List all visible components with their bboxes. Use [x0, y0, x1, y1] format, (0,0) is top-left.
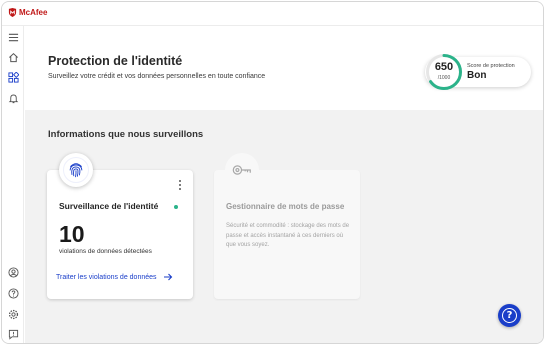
app-name: McAfee: [19, 8, 48, 17]
page-header: Protection de l'identité Surveillez votr…: [25, 26, 543, 110]
title-bar: McAfee: [2, 2, 543, 26]
home-icon[interactable]: [7, 51, 19, 63]
help-circle-icon[interactable]: [7, 287, 19, 299]
mcafee-logo: McAfee: [8, 8, 47, 17]
fingerprint-icon: [69, 163, 83, 178]
page-title: Protection de l'identité: [48, 54, 183, 68]
password-card-title: Gestionnaire de mots de passe: [226, 202, 345, 211]
resolve-breaches-label: Traiter les violations de données: [56, 273, 157, 281]
password-card-description: Sécurité et commodité : stockage des mot…: [226, 223, 350, 248]
password-card-badge: [225, 153, 259, 187]
settings-icon[interactable]: [7, 308, 19, 320]
sidebar: [2, 26, 24, 343]
apps-icon[interactable]: [7, 71, 19, 83]
breach-count-label: violations de données détectées: [59, 248, 152, 255]
identity-card-title: Surveillance de l'identité: [59, 201, 159, 211]
bell-icon[interactable]: [7, 92, 19, 104]
identity-card-badge: [59, 153, 93, 187]
status-dot: [174, 205, 178, 209]
arrow-right-icon: [163, 273, 172, 281]
question-icon: ?: [502, 308, 517, 323]
card-more-menu[interactable]: [177, 180, 183, 190]
page-subtitle: Surveillez votre crédit et vos données p…: [48, 73, 266, 80]
score-max: /1000: [437, 75, 451, 81]
account-icon[interactable]: [7, 266, 19, 278]
score-value: 650: [434, 61, 454, 73]
section-title: Informations que nous surveillons: [48, 129, 204, 140]
app-window: McAfee Protection de l'identité Surveill…: [1, 1, 544, 344]
key-icon: [232, 165, 251, 175]
breach-count: 10: [59, 221, 85, 247]
mcafee-shield-icon: [8, 8, 17, 17]
main-content: Informations que nous surveillons Survei…: [25, 110, 543, 343]
score-label: Score de protection: [467, 63, 515, 69]
menu-icon[interactable]: [7, 31, 19, 43]
score-rating: Bon: [467, 70, 487, 81]
help-button[interactable]: ?: [498, 304, 521, 327]
feedback-icon[interactable]: [7, 328, 19, 340]
resolve-breaches-link[interactable]: Traiter les violations de données: [56, 272, 173, 282]
